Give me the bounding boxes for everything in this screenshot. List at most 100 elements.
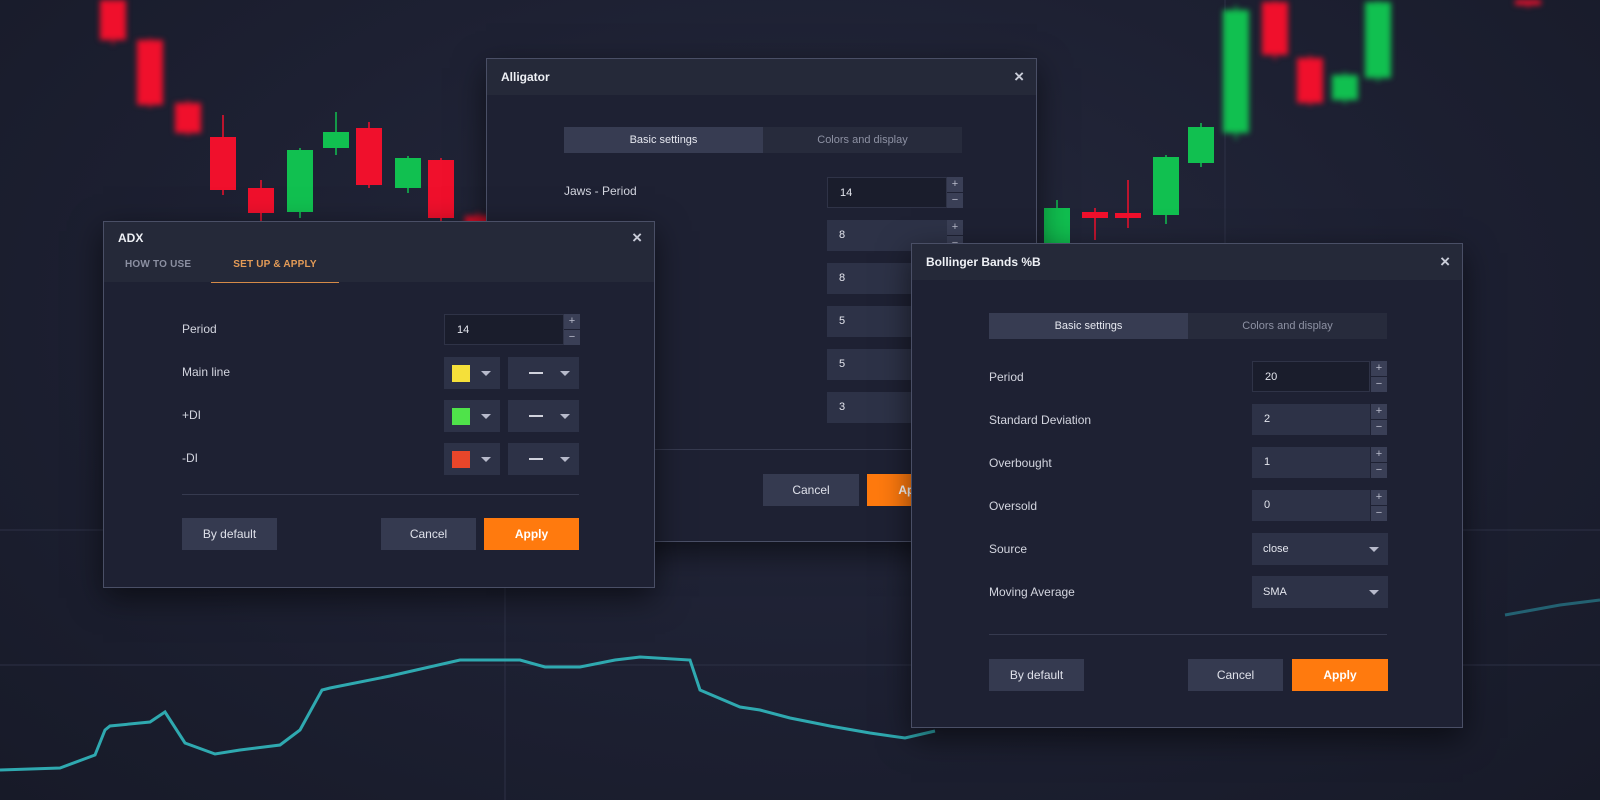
field-label: Standard Deviation: [989, 413, 1092, 427]
select-label: Moving Average: [989, 585, 1075, 599]
tab-colors-and-display[interactable]: Colors and display: [1188, 313, 1387, 339]
bollinger-tabs: Basic settings Colors and display: [989, 313, 1387, 339]
field-label: Overbought: [989, 456, 1052, 470]
candle-body: [428, 160, 454, 218]
adx-dialog: ADX × HOW TO USE SET UP & APPLY Period 1…: [103, 221, 655, 588]
alligator-title: Alligator: [501, 70, 550, 84]
color-picker[interactable]: [444, 357, 500, 389]
line-style-icon: [529, 372, 543, 374]
plus-icon[interactable]: +: [1371, 490, 1387, 505]
candle: [210, 115, 236, 195]
by-default-button[interactable]: By default: [989, 659, 1084, 691]
candle-body: [248, 188, 274, 213]
cancel-button[interactable]: Cancel: [1188, 659, 1283, 691]
jaws-period-input[interactable]: 14: [827, 177, 947, 208]
line-style-select[interactable]: [508, 357, 579, 389]
color-picker[interactable]: [444, 400, 500, 432]
candle: [323, 112, 349, 155]
minus-icon[interactable]: −: [1371, 377, 1387, 392]
candle: [1188, 123, 1214, 167]
candle: [1115, 180, 1141, 228]
candle-body: [1044, 208, 1070, 248]
candle: [356, 122, 382, 188]
candle: [1262, 0, 1288, 60]
plus-icon[interactable]: +: [1371, 447, 1387, 462]
color-swatch: [452, 365, 470, 382]
plus-icon[interactable]: +: [564, 314, 580, 329]
candle: [287, 148, 313, 218]
minus-icon[interactable]: −: [947, 193, 963, 208]
indicator-line: [0, 655, 936, 772]
bollinger-title: Bollinger Bands %B: [926, 255, 1041, 269]
plus-icon[interactable]: +: [947, 220, 963, 235]
select-dropdown[interactable]: SMA: [1252, 576, 1388, 608]
chevron-down-icon: [481, 457, 491, 462]
line-style-icon: [529, 415, 543, 417]
color-picker[interactable]: [444, 443, 500, 475]
close-icon[interactable]: ×: [1014, 59, 1024, 95]
tab-basic-settings[interactable]: Basic settings: [564, 127, 763, 153]
alligator-cancel-button[interactable]: Cancel: [763, 474, 859, 506]
field-input[interactable]: 20: [1252, 361, 1370, 392]
candle-body: [323, 132, 349, 148]
select-dropdown[interactable]: close: [1252, 533, 1388, 565]
chevron-down-icon: [1369, 547, 1379, 552]
plus-icon[interactable]: +: [1371, 361, 1387, 376]
candle: [1153, 155, 1179, 224]
candle-body: [1332, 75, 1358, 100]
close-icon[interactable]: ×: [632, 220, 642, 256]
line-row-label: Main line: [182, 365, 231, 379]
plus-icon[interactable]: +: [947, 177, 963, 192]
tab-how-to-use[interactable]: HOW TO USE: [125, 248, 191, 282]
candle: [1332, 72, 1358, 104]
chevron-down-icon: [481, 371, 491, 376]
candle-body: [210, 137, 236, 190]
candle: [1082, 208, 1108, 240]
candle-body: [137, 40, 163, 105]
candle: [175, 100, 201, 136]
candle-body: [1365, 2, 1391, 78]
line-style-select[interactable]: [508, 400, 579, 432]
tab-set-up-and-apply[interactable]: SET UP & APPLY: [211, 248, 339, 283]
candle-body: [356, 128, 382, 185]
field-input[interactable]: 2: [1252, 404, 1370, 435]
chevron-down-icon: [1369, 590, 1379, 595]
tab-basic-settings[interactable]: Basic settings: [989, 313, 1188, 339]
field-stepper: + −: [1371, 404, 1387, 435]
close-icon[interactable]: ×: [1440, 244, 1450, 280]
minus-icon[interactable]: −: [1371, 420, 1387, 435]
apply-button[interactable]: Apply: [1292, 659, 1388, 691]
field-input[interactable]: 0: [1252, 490, 1370, 521]
candle: [428, 158, 454, 222]
minus-icon[interactable]: −: [1371, 506, 1387, 521]
minus-icon[interactable]: −: [564, 330, 580, 345]
candle-body: [100, 0, 126, 40]
line-row-label: -DI: [182, 451, 198, 465]
line-style-icon: [529, 458, 543, 460]
cancel-button[interactable]: Cancel: [381, 518, 476, 550]
select-value: close: [1263, 543, 1289, 555]
candle-body: [287, 150, 313, 212]
indicator-line-right: [1504, 598, 1600, 617]
jaws-period-label: Jaws - Period: [564, 184, 637, 198]
candle-body: [1153, 157, 1179, 215]
candle-body: [1082, 212, 1108, 218]
period-input[interactable]: 14: [444, 314, 564, 345]
field-input[interactable]: 1: [1252, 447, 1370, 478]
chevron-down-icon: [481, 414, 491, 419]
alligator-header: Alligator ×: [487, 59, 1036, 95]
minus-icon[interactable]: −: [1371, 463, 1387, 478]
plus-icon[interactable]: +: [1371, 404, 1387, 419]
candle: [395, 156, 421, 193]
candle-body: [1262, 2, 1288, 55]
tab-colors-and-display[interactable]: Colors and display: [763, 127, 962, 153]
period-stepper: + −: [564, 314, 580, 345]
bollinger-header: Bollinger Bands %B ×: [912, 244, 1462, 280]
period-label: Period: [182, 322, 217, 336]
candle: [1365, 0, 1391, 82]
by-default-button[interactable]: By default: [182, 518, 277, 550]
apply-button[interactable]: Apply: [484, 518, 579, 550]
adx-header: ADX × HOW TO USE SET UP & APPLY: [104, 220, 654, 283]
line-style-select[interactable]: [508, 443, 579, 475]
field-label: Oversold: [989, 499, 1038, 513]
